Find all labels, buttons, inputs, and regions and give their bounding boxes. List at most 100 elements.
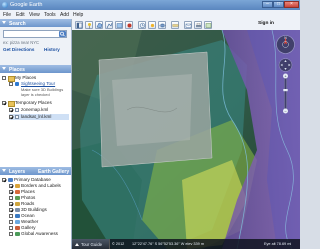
search-input[interactable]: [3, 30, 67, 38]
planet-icon: [159, 23, 166, 27]
map-icon: [205, 22, 212, 28]
menu-tools[interactable]: Tools: [44, 12, 56, 18]
clock-icon: [139, 22, 146, 28]
document-icon: [15, 114, 19, 120]
eye-altitude: Eye alt 78.69 mi: [264, 241, 292, 246]
checkbox[interactable]: [9, 208, 13, 212]
svg-text:–: –: [285, 109, 287, 113]
image-overlay-icon: [116, 22, 123, 28]
checkbox[interactable]: [9, 226, 13, 230]
collapse-icon: [2, 169, 6, 172]
pushpin-icon: [88, 22, 91, 28]
ruler-icon: [172, 23, 179, 27]
checkbox[interactable]: [9, 108, 13, 112]
sign-in-link[interactable]: Sign in: [258, 21, 274, 26]
checkbox[interactable]: [9, 232, 13, 236]
record-tour-button[interactable]: [125, 20, 133, 29]
folder-icon: [8, 101, 15, 107]
menu-file[interactable]: File: [3, 12, 11, 18]
buildings-icon: [15, 208, 20, 212]
svg-text:+: +: [284, 74, 286, 78]
print-icon: [196, 22, 201, 27]
historical-imagery-button[interactable]: [138, 20, 146, 29]
layers-panel-title: Layers: [9, 168, 26, 175]
layers-tree: Primary Database Borders and Labels Plac…: [0, 175, 71, 249]
menu-add[interactable]: Add: [60, 12, 69, 18]
menu-help[interactable]: Help: [73, 12, 83, 18]
checkbox[interactable]: [9, 214, 13, 218]
polygon-button[interactable]: [95, 20, 103, 29]
checkbox[interactable]: [9, 220, 13, 224]
document-icon: [15, 107, 19, 113]
checkbox[interactable]: [9, 115, 13, 119]
collapse-icon: [2, 67, 6, 70]
roads-icon: [15, 202, 20, 206]
tree-item-temporary-places[interactable]: Temporary Places: [2, 100, 70, 107]
navigation-controls[interactable]: N + –: [275, 34, 296, 116]
globe-icon: [8, 178, 13, 182]
sidebar-icon: [76, 22, 83, 28]
email-icon: [185, 23, 192, 28]
checkbox[interactable]: [9, 202, 13, 206]
checkbox[interactable]: [9, 184, 13, 188]
menu-view[interactable]: View: [29, 12, 40, 18]
checkbox[interactable]: [9, 82, 13, 86]
print-button[interactable]: [194, 20, 202, 29]
satellite-imagery: [72, 30, 300, 249]
search-hint: ex: pizza near NYC: [3, 40, 40, 45]
zoom-slider: + –: [283, 73, 288, 114]
search-panel-title: Search: [9, 20, 26, 27]
search-button[interactable]: [59, 31, 66, 37]
photos-icon: [15, 196, 20, 200]
layer-global-awareness[interactable]: Global Awareness: [9, 231, 69, 237]
image-overlay-button[interactable]: [115, 20, 123, 29]
checkbox[interactable]: [2, 178, 6, 182]
tree-note: layer is checked: [21, 92, 50, 97]
hide-sidebar-button[interactable]: [75, 20, 83, 29]
path-icon: [106, 22, 113, 28]
checkbox[interactable]: [2, 76, 6, 80]
places-panel-title: Places: [9, 66, 25, 73]
tour-guide-button[interactable]: Tour Guide: [72, 239, 110, 249]
sunlight-button[interactable]: [148, 20, 156, 29]
earth-gallery-link[interactable]: Earth Gallery: [38, 169, 69, 175]
borders-icon: [15, 184, 20, 188]
checkbox[interactable]: [9, 190, 13, 194]
ruler-button[interactable]: [171, 20, 179, 29]
minimize-button[interactable]: –: [262, 1, 273, 8]
history-link[interactable]: History: [44, 47, 60, 52]
global-awareness-icon: [15, 232, 20, 236]
placemark-button[interactable]: [85, 20, 93, 29]
places-panel-header[interactable]: Places: [0, 65, 71, 73]
checkbox[interactable]: [9, 196, 13, 200]
pan-icon: [278, 58, 293, 72]
expand-icon: [75, 242, 79, 246]
view-in-maps-button[interactable]: [204, 20, 212, 29]
zoom-thumb: [283, 89, 288, 92]
weather-icon: [15, 220, 20, 224]
checkbox[interactable]: [2, 101, 6, 105]
email-button[interactable]: [184, 20, 192, 29]
get-directions-link[interactable]: Get Directions: [3, 47, 34, 52]
places-icon: [15, 190, 20, 194]
coordinates-readout: 12°22'47.76" S 56°52'53.36" W elev 339 m: [132, 241, 204, 246]
places-tree: My Places Sightseeing Tour Make sure 3D …: [0, 73, 71, 175]
record-icon: [127, 23, 132, 27]
close-button[interactable]: ×: [284, 1, 299, 8]
collapse-icon: [2, 21, 6, 24]
menu-edit[interactable]: Edit: [16, 12, 25, 18]
tree-item-landsat[interactable]: landsat_lnl.kml: [9, 114, 69, 120]
path-button[interactable]: [105, 20, 113, 29]
maximize-button[interactable]: □: [273, 1, 284, 8]
window-title: Google Earth: [10, 2, 43, 8]
tree-item-zonemap[interactable]: zonemap.kml: [9, 107, 69, 113]
search-panel: ex: pizza near NYC Get Directions Histor…: [0, 27, 71, 61]
earth-map-view[interactable]: N + –: [72, 30, 300, 249]
layers-panel-header[interactable]: Layers Earth Gallery: [0, 167, 71, 175]
google-earth-logo-icon: [2, 2, 8, 8]
search-panel-header[interactable]: Search: [0, 19, 71, 27]
sun-icon: [150, 23, 155, 27]
planets-button[interactable]: [158, 20, 166, 29]
search-icon: [60, 31, 65, 37]
compass-icon: N: [276, 35, 295, 54]
